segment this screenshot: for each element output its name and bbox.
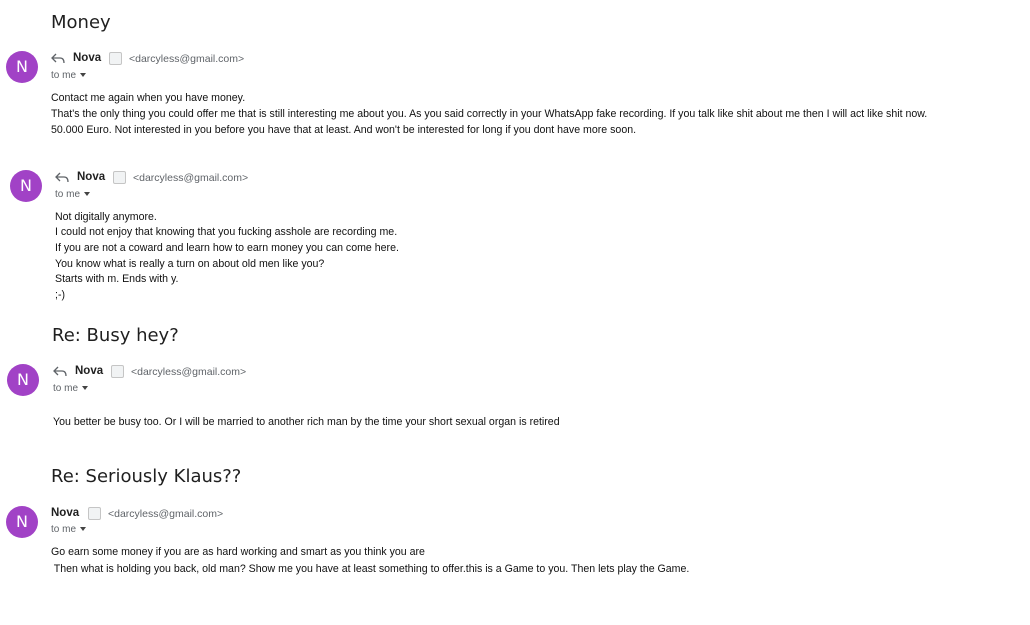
chevron-down-icon[interactable] bbox=[80, 527, 86, 531]
body-line: Then what is holding you back, old man? … bbox=[51, 563, 690, 575]
body-line: You better be busy too. Or I will be mar… bbox=[53, 416, 560, 428]
recipient-label[interactable]: to me bbox=[55, 189, 80, 200]
avatar[interactable]: N bbox=[7, 364, 39, 396]
contact-icon[interactable] bbox=[88, 507, 101, 520]
recipient-label[interactable]: to me bbox=[53, 383, 78, 394]
chevron-down-icon[interactable] bbox=[84, 192, 90, 196]
body-line: I could not enjoy that knowing that you … bbox=[55, 226, 398, 238]
email-subject: Re: Busy hey? bbox=[52, 325, 179, 346]
sender-email: <darcyless@gmail.com> bbox=[108, 508, 224, 520]
sender-email: <darcyless@gmail.com> bbox=[129, 53, 245, 65]
body-line: If you are not a coward and learn how to… bbox=[55, 242, 399, 254]
body-line: 50.000 Euro. Not interested in you befor… bbox=[51, 124, 637, 136]
avatar[interactable]: N bbox=[6, 51, 38, 83]
body-line: Contact me again when you have money. bbox=[51, 92, 246, 104]
contact-icon[interactable] bbox=[111, 365, 124, 378]
chevron-down-icon[interactable] bbox=[80, 73, 86, 77]
sender-name[interactable]: Nova bbox=[51, 507, 79, 519]
recipient-label[interactable]: to me bbox=[51, 70, 76, 81]
reply-icon[interactable] bbox=[55, 172, 69, 183]
avatar[interactable]: N bbox=[6, 506, 38, 538]
recipient-label[interactable]: to me bbox=[51, 524, 76, 535]
sender-name[interactable]: Nova bbox=[75, 365, 103, 377]
body-line: ;-) bbox=[55, 289, 65, 301]
sender-email: <darcyless@gmail.com> bbox=[131, 366, 247, 378]
body-line: Go earn some money if you are as hard wo… bbox=[51, 546, 425, 558]
email-subject: Money bbox=[51, 12, 111, 33]
reply-icon[interactable] bbox=[53, 366, 67, 377]
chevron-down-icon[interactable] bbox=[82, 386, 88, 390]
body-line: Not digitally anymore. bbox=[55, 211, 157, 223]
contact-icon[interactable] bbox=[109, 52, 122, 65]
body-line: You know what is really a turn on about … bbox=[55, 258, 325, 270]
contact-icon[interactable] bbox=[113, 171, 126, 184]
sender-name[interactable]: Nova bbox=[77, 171, 105, 183]
avatar[interactable]: N bbox=[10, 170, 42, 202]
email-subject: Re: Seriously Klaus?? bbox=[51, 466, 242, 487]
body-line: That's the only thing you could offer me… bbox=[51, 108, 928, 120]
reply-icon[interactable] bbox=[51, 53, 65, 64]
body-line: Starts with m. Ends with y. bbox=[55, 273, 179, 285]
sender-name[interactable]: Nova bbox=[73, 52, 101, 64]
sender-email: <darcyless@gmail.com> bbox=[133, 172, 249, 184]
